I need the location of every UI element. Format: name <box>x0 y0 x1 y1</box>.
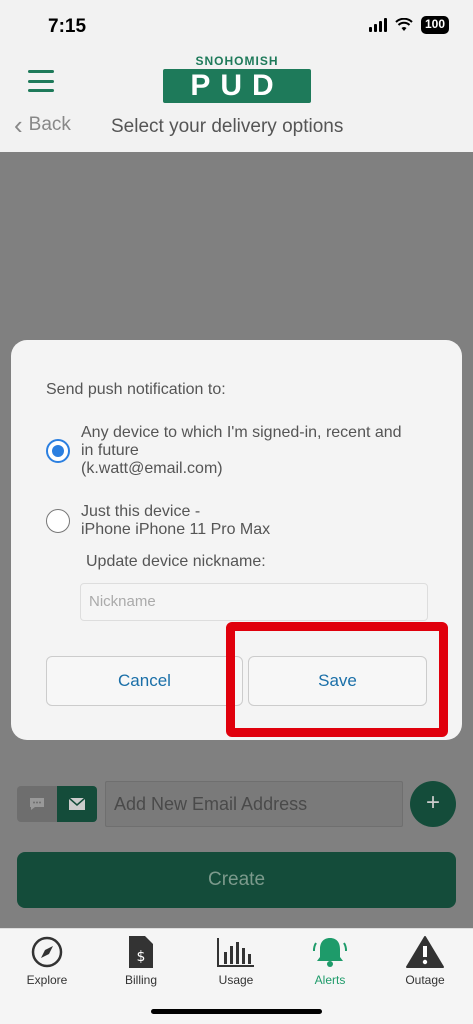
tab-outage[interactable]: Outage <box>385 935 465 987</box>
snohomish-pud-logo: SNOHOMISH PUD <box>163 54 311 103</box>
radio-this-device[interactable] <box>46 509 70 533</box>
tab-alerts[interactable]: Alerts <box>290 935 370 987</box>
status-bar: 7:15 100 <box>0 0 473 52</box>
signal-icon <box>368 18 387 32</box>
tab-label: Explore <box>26 973 68 987</box>
warning-icon <box>385 935 465 969</box>
battery-indicator: 100 <box>420 16 449 34</box>
tab-label: Usage <box>218 973 254 987</box>
app-header: SNOHOMISH PUD ‹ Back Select your deliver… <box>0 52 473 152</box>
create-button[interactable]: Create <box>17 852 456 908</box>
add-email-input[interactable]: Add New Email Address <box>105 781 403 827</box>
option-this-line2: iPhone iPhone 11 Pro Max <box>81 521 271 538</box>
dialog-heading: Send push notification to: <box>46 381 226 398</box>
bar-chart-icon <box>196 935 276 969</box>
option-this-line1: Just this device - <box>81 503 201 520</box>
cancel-button[interactable]: Cancel <box>46 656 243 706</box>
nickname-label: Update device nickname: <box>86 553 266 570</box>
add-email-button[interactable]: + <box>410 781 456 827</box>
logo-top-text: SNOHOMISH <box>195 54 279 68</box>
tab-explore[interactable]: Explore <box>7 935 87 987</box>
plus-icon: + <box>425 789 440 816</box>
back-label: Back <box>28 114 71 135</box>
bill-icon: $ <box>101 935 181 969</box>
tab-label: Alerts <box>314 973 346 987</box>
hamburger-menu-icon[interactable] <box>28 70 54 92</box>
svg-text:$: $ <box>137 949 146 965</box>
chevron-left-icon: ‹ <box>14 110 23 140</box>
option-any-device-label[interactable]: Any device to which I'm signed-in, recen… <box>81 424 402 478</box>
envelope-icon[interactable] <box>57 786 97 822</box>
tab-label: Outage <box>405 973 445 987</box>
tab-label: Billing <box>124 973 157 987</box>
status-time: 7:15 <box>48 16 87 37</box>
home-indicator <box>151 1009 322 1014</box>
radio-any-device[interactable] <box>46 439 70 463</box>
option-any-email: (k.watt@email.com) <box>81 460 223 477</box>
channel-toggle[interactable] <box>17 786 97 822</box>
back-button[interactable]: ‹ Back <box>14 110 71 140</box>
option-any-line1: Any device to which I'm signed-in, recen… <box>81 424 402 441</box>
option-any-line2: in future <box>81 442 139 459</box>
page-title: Select your delivery options <box>111 116 344 137</box>
bell-icon <box>290 935 370 969</box>
status-icons: 100 <box>368 16 449 34</box>
nickname-input[interactable]: Nickname <box>80 583 428 621</box>
tab-usage[interactable]: Usage <box>196 935 276 987</box>
tab-billing[interactable]: $ Billing <box>101 935 181 987</box>
save-highlight-box <box>226 622 448 737</box>
logo-main-text: PUD <box>163 69 311 103</box>
compass-icon <box>7 935 87 969</box>
option-this-device-label[interactable]: Just this device - iPhone iPhone 11 Pro … <box>81 503 270 539</box>
wifi-icon <box>395 18 413 31</box>
chat-bubble-icon[interactable] <box>17 786 57 822</box>
